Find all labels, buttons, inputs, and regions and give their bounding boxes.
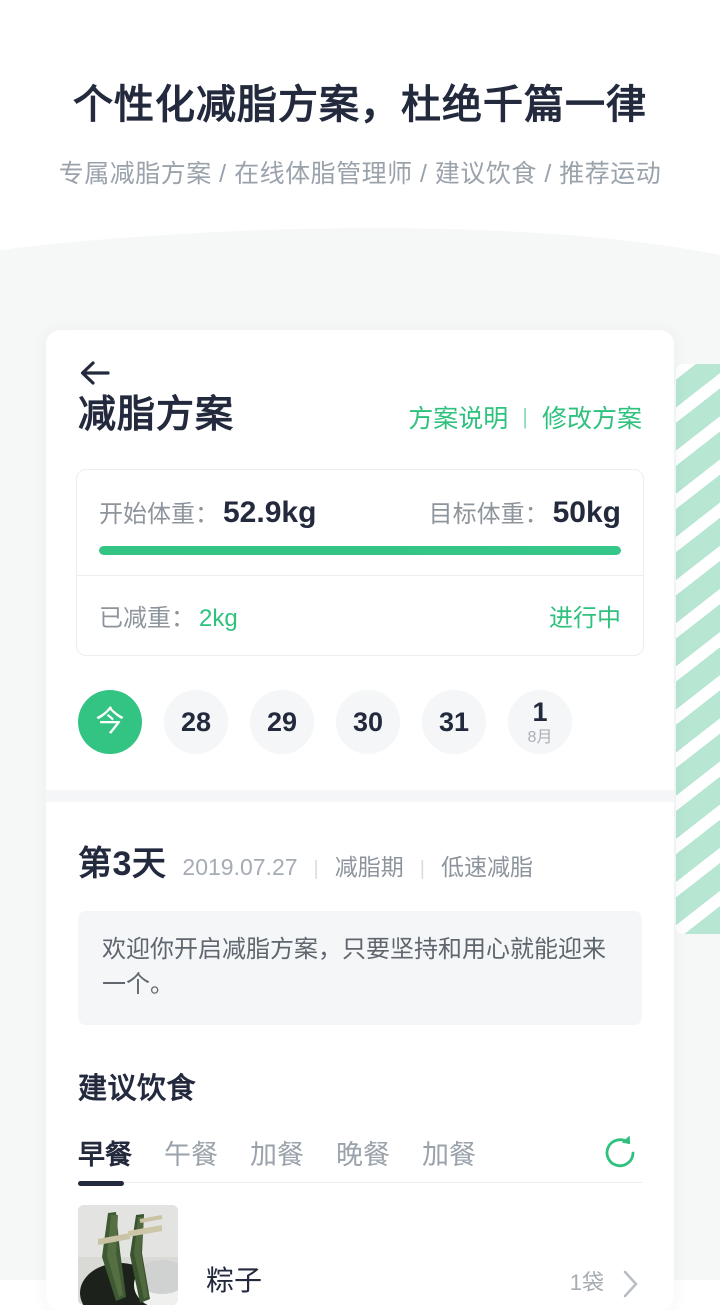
date-chip-30[interactable]: 30: [336, 690, 400, 754]
diet-section-heading: 建议饮食: [78, 1072, 197, 1105]
food-thumbnail: [78, 1204, 178, 1305]
day-mode: 低速减脂: [440, 854, 533, 880]
title-actions: 方案说明 | 修改方案: [408, 399, 642, 435]
date-chip-day: 今: [95, 705, 125, 738]
weight-summary-panel: 开始体重： 52.9kg 目标体重： 50kg 已减重： 2kg 进行中: [76, 469, 644, 656]
title-row: 减脂方案 方案说明 | 修改方案: [46, 374, 674, 435]
meal-tabs-bar: 早餐 午餐 加餐 晚餐 加餐: [78, 1133, 642, 1186]
date-chip-31[interactable]: 31: [422, 690, 486, 754]
date-chip-month: 8月: [527, 728, 553, 746]
list-item[interactable]: 粽子 1袋: [46, 1183, 674, 1305]
lost-weight-value: 2kg: [199, 605, 238, 632]
day-separator: |: [313, 858, 319, 880]
weight-progress-bar: [99, 546, 621, 555]
date-chip-day: 28: [180, 706, 212, 737]
food-name: 粽子: [206, 1264, 263, 1296]
date-chip-day: 1: [532, 696, 548, 727]
weight-values-row: 开始体重： 52.9kg 目标体重： 50kg: [99, 494, 621, 530]
refresh-icon[interactable]: [602, 1133, 642, 1173]
page-title: 减脂方案: [78, 394, 235, 436]
day-number: 第3天: [78, 845, 167, 883]
day-phase: 减脂期: [334, 854, 404, 880]
plan-card: 减脂方案 方案说明 | 修改方案 开始体重：52.9kg 目标体重：50kg: [46, 330, 674, 1310]
date-chip-today[interactable]: 今: [78, 690, 142, 754]
lost-weight-label: 已减重：: [99, 605, 195, 632]
date-chip-day: 30: [352, 706, 384, 737]
section-divider-band: [46, 790, 674, 802]
day-date: 2019.07.27: [182, 854, 298, 880]
day-header: 第3天 2019.07.27 | 减脂期 | 低速减脂: [46, 802, 674, 885]
weight-panel-bottom: 已减重： 2kg 进行中: [77, 576, 643, 655]
start-weight-group: 开始体重： 52.9kg: [99, 494, 316, 530]
target-weight-label: 目标体重：: [428, 501, 549, 528]
back-arrow-icon[interactable]: [78, 356, 118, 390]
plan-explain-link[interactable]: 方案说明: [408, 399, 508, 435]
date-chip-28[interactable]: 28: [164, 690, 228, 754]
status-badge: 进行中: [549, 605, 621, 632]
tab-snack-2[interactable]: 加餐: [422, 1133, 476, 1182]
modify-plan-link[interactable]: 修改方案: [542, 399, 642, 435]
target-weight-group: 目标体重： 50kg: [429, 494, 621, 530]
day-separator: |: [419, 858, 425, 880]
date-chip-29[interactable]: 29: [250, 690, 314, 754]
welcome-note: 欢迎你开启减脂方案，只要坚持和用心就能迎来一个。: [78, 911, 642, 1025]
page-subheadline: 专属减脂方案 / 在线体脂管理师 / 建议饮食 / 推荐运动: [58, 160, 662, 188]
hero-text-block: 个性化减脂方案，杜绝千篇一律 专属减脂方案 / 在线体脂管理师 / 建议饮食 /…: [0, 0, 720, 190]
start-weight-value: 52.9kg: [223, 496, 317, 529]
food-quantity: 1袋: [569, 1269, 604, 1295]
date-chip-day: 31: [438, 706, 470, 737]
action-separator: |: [522, 404, 528, 429]
tab-snack-1[interactable]: 加餐: [250, 1133, 304, 1182]
meal-tabs: 早餐 午餐 加餐 晚餐 加餐: [78, 1133, 602, 1186]
chevron-right-icon[interactable]: [620, 1267, 642, 1305]
diagonal-stripes-decoration: [676, 364, 720, 934]
date-selector: 今 28 29 30 31 1 8月: [46, 656, 674, 754]
card-header-bar: [46, 330, 674, 385]
weight-panel-top: 开始体重： 52.9kg 目标体重： 50kg: [77, 470, 643, 575]
weight-progress-fill: [99, 546, 621, 555]
tab-dinner[interactable]: 晚餐: [336, 1133, 390, 1182]
start-weight-label: 开始体重：: [99, 501, 219, 528]
page-headline: 个性化减脂方案，杜绝千篇一律: [73, 83, 647, 127]
tab-lunch[interactable]: 午餐: [164, 1133, 218, 1182]
target-weight-value: 50kg: [552, 496, 621, 529]
date-chip-aug-1[interactable]: 1 8月: [508, 690, 572, 754]
date-chip-day: 29: [266, 706, 298, 737]
tab-breakfast[interactable]: 早餐: [78, 1133, 132, 1186]
lost-weight-group: 已减重： 2kg: [99, 598, 238, 633]
